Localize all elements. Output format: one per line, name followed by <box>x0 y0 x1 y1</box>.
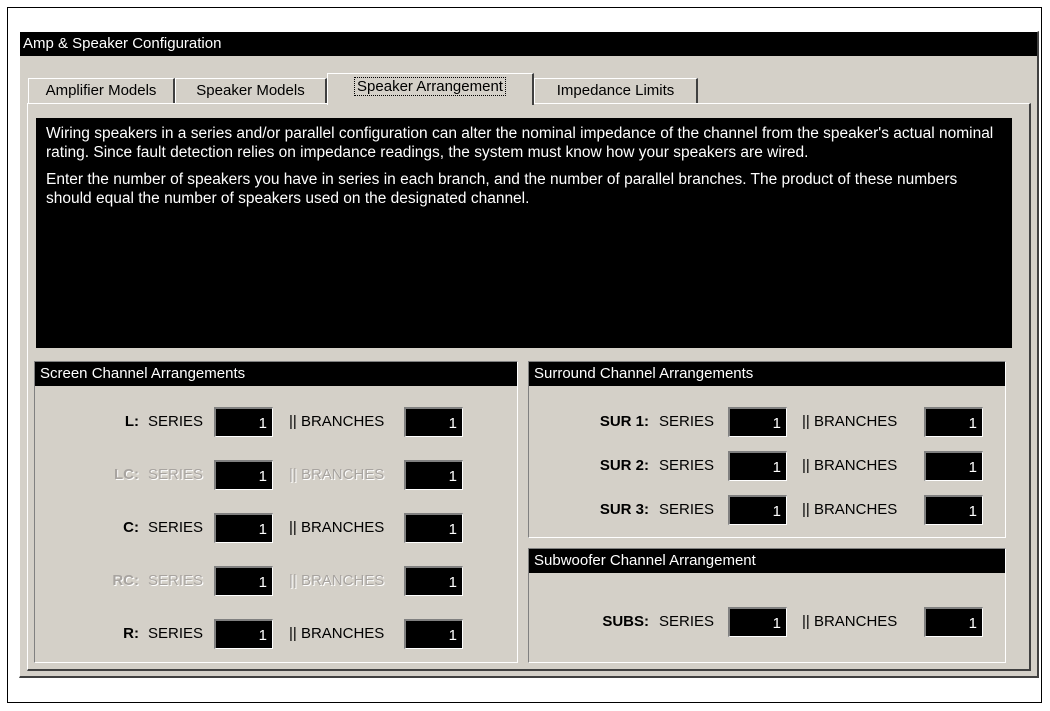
tab-speaker-models[interactable]: Speaker Models <box>175 78 327 104</box>
subwoofer-row: SUBS: SERIES 1 || BRANCHES 1 <box>529 607 1007 637</box>
info-box: Wiring speakers in a series and/or paral… <box>36 118 1012 348</box>
surround-row-3: SUR 3: SERIES 1 || BRANCHES 1 <box>529 495 1007 525</box>
channel-label: LC: <box>114 466 139 483</box>
series-input: 1 <box>214 460 273 490</box>
branches-input[interactable]: 1 <box>924 451 983 481</box>
window-title: Amp & Speaker Configuration <box>20 32 1037 56</box>
branches-label: || BRANCHES <box>289 572 385 589</box>
series-label: SERIES <box>659 413 715 430</box>
branches-label: || BRANCHES <box>802 457 898 474</box>
branches-input[interactable]: 1 <box>404 513 463 543</box>
branches-input[interactable]: 1 <box>924 407 983 437</box>
surround-channel-title: Surround Channel Arrangements <box>529 362 1005 386</box>
branches-input[interactable]: 1 <box>404 619 463 649</box>
branches-label: || BRANCHES <box>289 413 385 430</box>
screen-row-rc: RC: SERIES 1 || BRANCHES 1 <box>35 566 519 596</box>
series-label: SERIES <box>148 572 204 589</box>
branches-label: || BRANCHES <box>802 501 898 518</box>
config-dialog: Amp & Speaker Configuration Amplifier Mo… <box>19 31 1039 678</box>
channel-label: SUR 3: <box>599 501 649 518</box>
branches-input[interactable]: 1 <box>924 607 983 637</box>
screen-row-r: R: SERIES 1 || BRANCHES 1 <box>35 619 519 649</box>
channel-label: SUBS: <box>602 613 649 630</box>
branches-input: 1 <box>404 460 463 490</box>
series-label: SERIES <box>148 466 204 483</box>
series-label: SERIES <box>659 457 715 474</box>
series-input: 1 <box>214 566 273 596</box>
series-input[interactable]: 1 <box>728 607 787 637</box>
series-label: SERIES <box>659 501 715 518</box>
branches-label: || BRANCHES <box>289 466 385 483</box>
branches-input[interactable]: 1 <box>404 407 463 437</box>
tab-impedance-limits[interactable]: Impedance Limits <box>534 78 698 104</box>
screen-row-lc: LC: SERIES 1 || BRANCHES 1 <box>35 460 519 490</box>
surround-row-1: SUR 1: SERIES 1 || BRANCHES 1 <box>529 407 1007 437</box>
subwoofer-channel-group: Subwoofer Channel Arrangement SUBS: SERI… <box>528 548 1006 663</box>
series-input[interactable]: 1 <box>728 451 787 481</box>
series-input[interactable]: 1 <box>214 619 273 649</box>
surround-channel-group: Surround Channel Arrangements SUR 1: SER… <box>528 361 1006 538</box>
screen-row-c: C: SERIES 1 || BRANCHES 1 <box>35 513 519 543</box>
channel-label: L: <box>124 413 139 430</box>
branches-label: || BRANCHES <box>289 519 385 536</box>
screen-channel-group: Screen Channel Arrangements L: SERIES 1 … <box>34 361 518 663</box>
info-paragraph-1: Wiring speakers in a series and/or paral… <box>46 125 994 161</box>
series-label: SERIES <box>148 519 204 536</box>
series-input[interactable]: 1 <box>214 513 273 543</box>
subwoofer-channel-title: Subwoofer Channel Arrangement <box>529 549 1005 573</box>
series-label: SERIES <box>148 413 204 430</box>
channel-label: SUR 2: <box>599 457 649 474</box>
screen-channel-title: Screen Channel Arrangements <box>35 362 517 386</box>
branches-label: || BRANCHES <box>802 413 898 430</box>
info-paragraph-2: Enter the number of speakers you have in… <box>46 171 958 207</box>
tab-speaker-arrangement[interactable]: Speaker Arrangement <box>327 73 534 105</box>
series-input[interactable]: 1 <box>728 495 787 525</box>
branches-input: 1 <box>404 566 463 596</box>
branches-label: || BRANCHES <box>802 613 898 630</box>
tab-amplifier-models[interactable]: Amplifier Models <box>28 78 175 104</box>
channel-label: C: <box>123 519 139 536</box>
series-label: SERIES <box>148 625 204 642</box>
branches-input[interactable]: 1 <box>924 495 983 525</box>
speaker-arrangement-panel: Wiring speakers in a series and/or paral… <box>27 103 1031 671</box>
channel-label: RC: <box>112 572 139 589</box>
screen-row-l: L: SERIES 1 || BRANCHES 1 <box>35 407 519 437</box>
channel-label: R: <box>123 625 139 642</box>
series-input[interactable]: 1 <box>214 407 273 437</box>
series-input[interactable]: 1 <box>728 407 787 437</box>
surround-row-2: SUR 2: SERIES 1 || BRANCHES 1 <box>529 451 1007 481</box>
series-label: SERIES <box>659 613 715 630</box>
channel-label: SUR 1: <box>599 413 649 430</box>
branches-label: || BRANCHES <box>289 625 385 642</box>
